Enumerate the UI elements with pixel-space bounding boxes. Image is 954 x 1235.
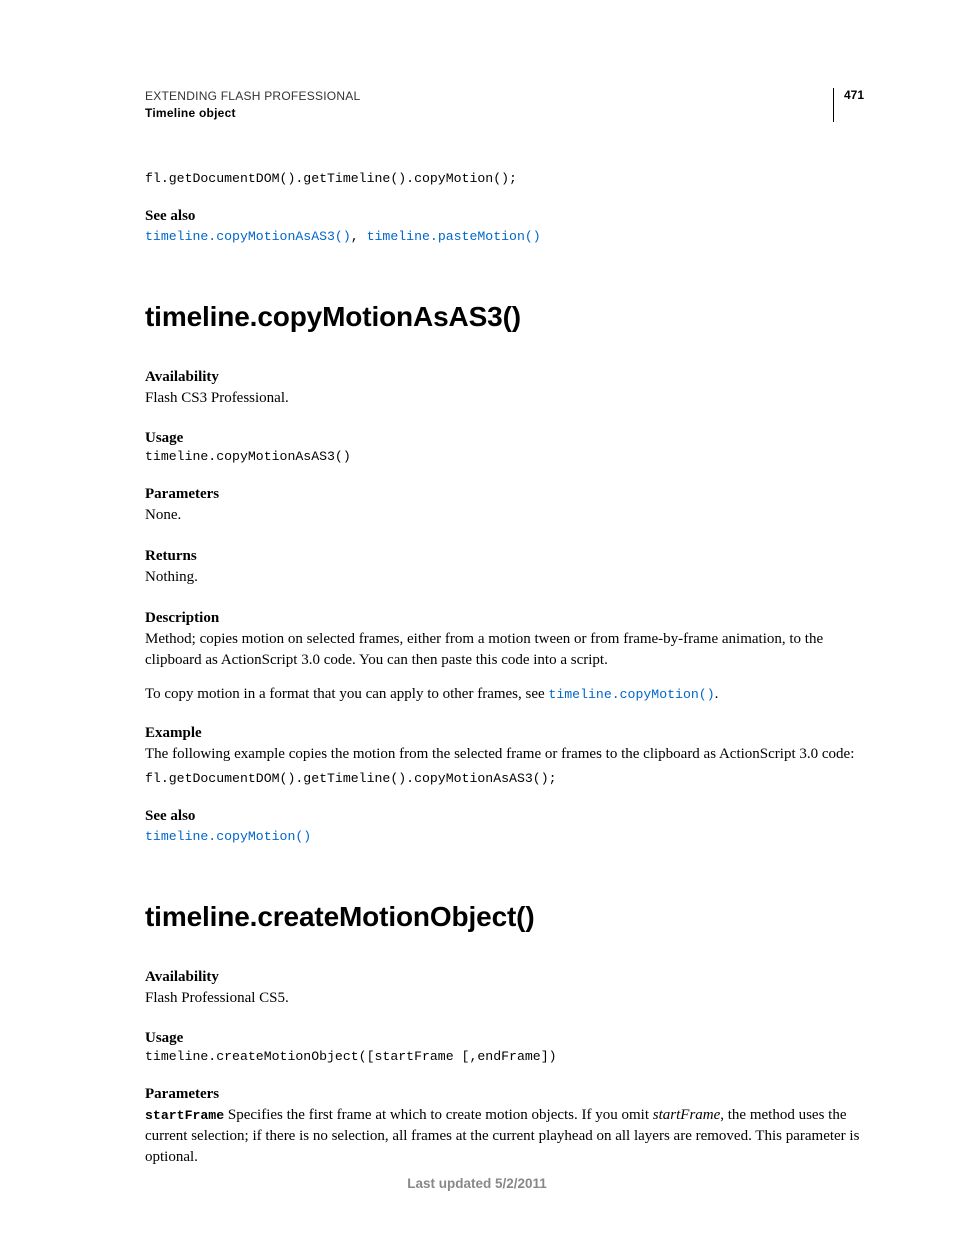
page-number-wrap: 471: [833, 88, 864, 122]
returns-label: Returns: [145, 548, 864, 565]
see-also-label-2: See also: [145, 808, 864, 825]
example-text: The following example copies the motion …: [145, 744, 864, 765]
description-post: .: [715, 686, 719, 702]
usage-code-2: timeline.createMotionObject([startFrame …: [145, 1049, 864, 1064]
header-book-title: EXTENDING FLASH PROFESSIONAL: [145, 88, 360, 105]
link-copy-motion[interactable]: timeline.copyMotion(): [548, 687, 714, 702]
link-copy-motion-as-as3[interactable]: timeline.copyMotionAsAS3(): [145, 229, 351, 244]
section-heading-create-motion-object: timeline.createMotionObject(): [145, 901, 864, 933]
usage-label-2: Usage: [145, 1030, 864, 1047]
availability-text-2: Flash Professional CS5.: [145, 988, 864, 1009]
see-also-label: See also: [145, 208, 864, 225]
link-copy-motion-2[interactable]: timeline.copyMotion(): [145, 829, 311, 844]
description-pre: To copy motion in a format that you can …: [145, 686, 548, 702]
param-italic: startFrame: [653, 1107, 721, 1123]
parameters-label: Parameters: [145, 486, 864, 503]
page-header: EXTENDING FLASH PROFESSIONAL Timeline ob…: [145, 88, 864, 123]
see-also-links: timeline.copyMotionAsAS3(), timeline.pas…: [145, 227, 864, 245]
header-left: EXTENDING FLASH PROFESSIONAL Timeline ob…: [145, 88, 360, 123]
availability-label-2: Availability: [145, 969, 864, 986]
see-also-links-2: timeline.copyMotion(): [145, 827, 864, 845]
link-paste-motion[interactable]: timeline.pasteMotion(): [367, 229, 541, 244]
usage-label: Usage: [145, 430, 864, 447]
description-text-2: To copy motion in a format that you can …: [145, 684, 864, 705]
usage-code: timeline.copyMotionAsAS3(): [145, 449, 864, 464]
comma-separator: ,: [351, 229, 367, 244]
page-container: EXTENDING FLASH PROFESSIONAL Timeline ob…: [0, 0, 954, 1235]
availability-text: Flash CS3 Professional.: [145, 388, 864, 409]
section-heading-copy-motion-as3: timeline.copyMotionAsAS3(): [145, 301, 864, 333]
availability-label: Availability: [145, 369, 864, 386]
returns-text: Nothing.: [145, 567, 864, 588]
page-footer: Last updated 5/2/2011: [0, 1176, 954, 1191]
param-text-pre: Specifies the first frame at which to cr…: [224, 1107, 653, 1123]
description-text: Method; copies motion on selected frames…: [145, 629, 864, 670]
example-code: fl.getDocumentDOM().getTimeline().copyMo…: [145, 771, 864, 786]
description-label: Description: [145, 610, 864, 627]
param-name-startframe: startFrame: [145, 1108, 224, 1123]
page-number: 471: [833, 88, 864, 122]
parameters-text: None.: [145, 505, 864, 526]
header-chapter-title: Timeline object: [145, 105, 360, 122]
intro-code: fl.getDocumentDOM().getTimeline().copyMo…: [145, 171, 864, 186]
parameters-label-2: Parameters: [145, 1086, 864, 1103]
parameter-startframe: startFrame Specifies the first frame at …: [145, 1105, 864, 1167]
example-label: Example: [145, 725, 864, 742]
